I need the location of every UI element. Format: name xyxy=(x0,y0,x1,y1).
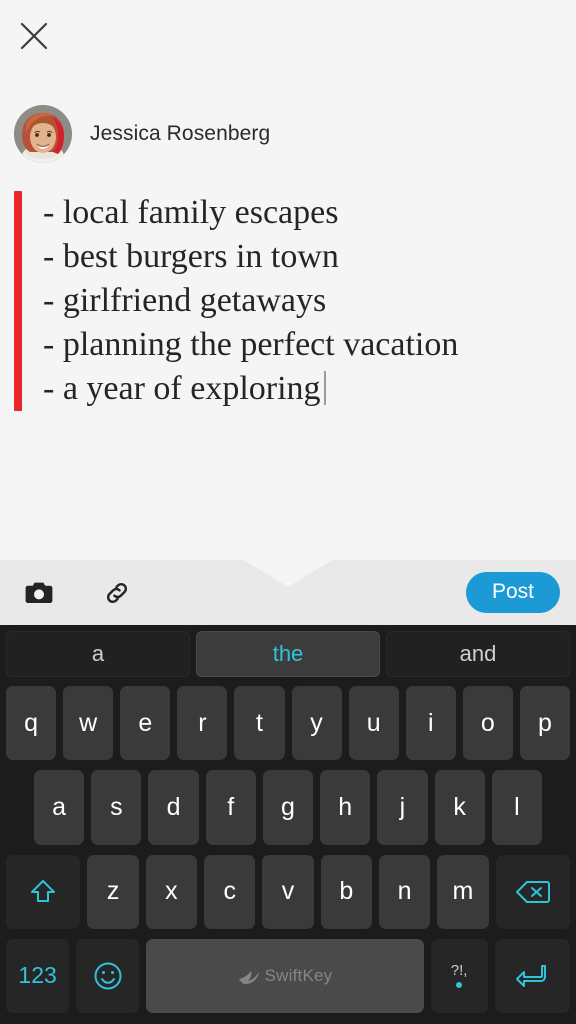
key-j[interactable]: j xyxy=(377,770,428,845)
suggestion-bar: a the and xyxy=(2,629,574,681)
link-icon xyxy=(103,579,131,607)
author-row: Jessica Rosenberg xyxy=(14,105,270,163)
post-text: - local family escapes - best burgers in… xyxy=(43,194,459,407)
punctuation-key[interactable]: ?!, xyxy=(430,938,488,1013)
key-i[interactable]: i xyxy=(405,686,456,761)
key-c[interactable]: c xyxy=(204,854,256,929)
link-button[interactable] xyxy=(94,570,140,616)
key-v[interactable]: v xyxy=(262,854,314,929)
enter-key[interactable] xyxy=(494,938,570,1013)
key-f[interactable]: f xyxy=(205,770,256,845)
key-a[interactable]: a xyxy=(34,770,85,845)
shift-key[interactable] xyxy=(6,854,81,929)
keyboard-row-3: z x c v b n m xyxy=(2,850,574,934)
backspace-key[interactable] xyxy=(495,854,570,929)
close-x-icon xyxy=(19,21,49,51)
key-q[interactable]: q xyxy=(6,686,57,761)
emoji-smiley-icon xyxy=(92,960,124,992)
key-d[interactable]: d xyxy=(148,770,199,845)
compose-toolbar: Post xyxy=(0,560,576,625)
key-t[interactable]: t xyxy=(234,686,285,761)
quote-block[interactable]: - local family escapes - best burgers in… xyxy=(14,191,556,411)
key-g[interactable]: g xyxy=(262,770,314,845)
key-z[interactable]: z xyxy=(87,854,139,929)
compose-screen: Jessica Rosenberg - local family escapes… xyxy=(0,0,576,1024)
numbers-key[interactable]: 123 xyxy=(6,938,70,1013)
enter-return-icon xyxy=(515,962,549,990)
key-h[interactable]: h xyxy=(320,770,371,845)
suggestion-chip-0[interactable]: a xyxy=(6,631,190,677)
swiftkey-logo-icon xyxy=(238,970,259,984)
avatar xyxy=(14,105,72,163)
backspace-delete-icon xyxy=(515,879,551,905)
key-n[interactable]: n xyxy=(378,854,431,929)
period-dot-icon xyxy=(456,982,463,989)
post-text-editor[interactable]: - local family escapes - best burgers in… xyxy=(43,191,556,411)
author-name: Jessica Rosenberg xyxy=(90,122,271,145)
camera-button[interactable] xyxy=(16,570,62,616)
key-p[interactable]: p xyxy=(519,686,570,761)
suggestion-chip-1[interactable]: the xyxy=(196,631,380,677)
key-o[interactable]: o xyxy=(462,686,513,761)
key-l[interactable]: l xyxy=(491,770,542,845)
key-b[interactable]: b xyxy=(320,854,372,929)
punctuation-label: ?!, xyxy=(450,962,468,980)
camera-icon xyxy=(25,581,53,605)
key-u[interactable]: u xyxy=(348,686,399,761)
key-m[interactable]: m xyxy=(437,854,489,929)
key-x[interactable]: x xyxy=(145,854,198,929)
key-s[interactable]: s xyxy=(91,770,142,845)
key-k[interactable]: k xyxy=(434,770,485,845)
post-button[interactable]: Post xyxy=(465,572,560,613)
keyboard-row-1: q w e r t y u i o p xyxy=(2,681,574,765)
swiftkey-brand: SwiftKey xyxy=(238,966,333,986)
key-y[interactable]: y xyxy=(291,686,342,761)
toolbar-notch xyxy=(244,560,332,587)
keyboard-row-4: 123 SwiftKey ?!, xyxy=(2,934,574,1018)
close-button[interactable] xyxy=(12,14,56,58)
suggestion-chip-2[interactable]: and xyxy=(386,631,570,677)
key-w[interactable]: w xyxy=(63,686,114,761)
space-key[interactable]: SwiftKey xyxy=(146,938,424,1013)
emoji-key[interactable] xyxy=(76,938,140,1013)
swiftkey-keyboard: a the and q w e r t y u i o p a s d f g … xyxy=(0,625,576,1024)
keyboard-row-2: a s d f g h j k l xyxy=(2,765,574,849)
compose-area: Jessica Rosenberg - local family escapes… xyxy=(0,0,576,560)
key-e[interactable]: e xyxy=(120,686,171,761)
key-r[interactable]: r xyxy=(177,686,228,761)
shift-up-arrow-icon xyxy=(28,877,58,907)
quote-accent-bar xyxy=(14,191,22,411)
space-label: SwiftKey xyxy=(264,965,333,985)
text-caret xyxy=(323,371,326,405)
